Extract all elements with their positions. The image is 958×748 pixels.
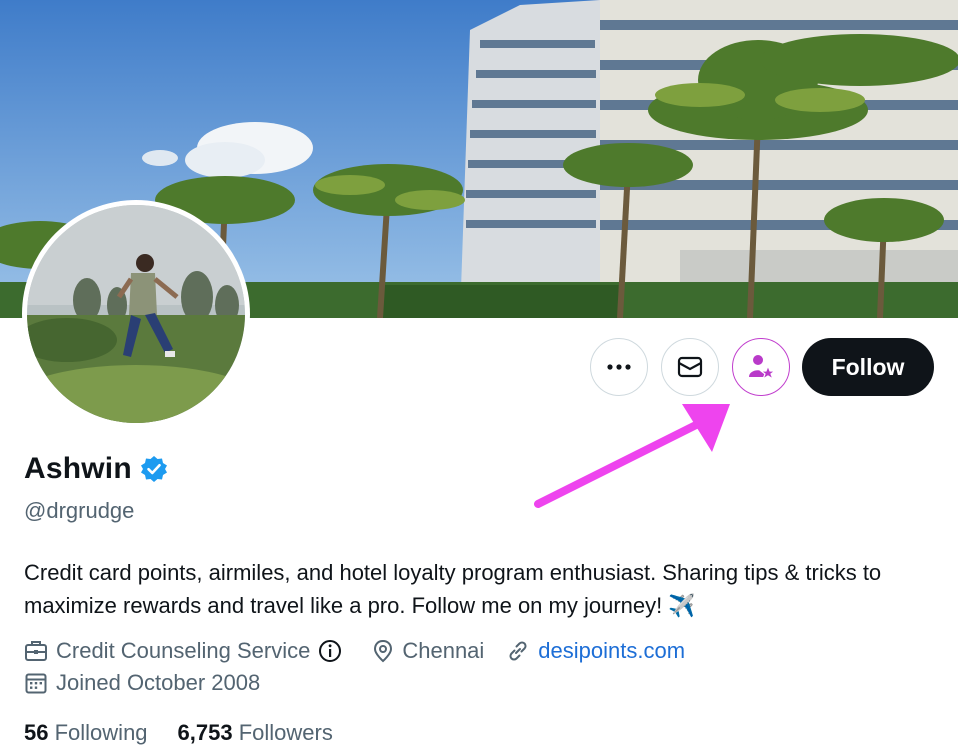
profile-meta-row: Credit Counseling Service Chennai desipo… (24, 638, 707, 664)
profile-name-row: Ashwin (24, 452, 168, 486)
subscribe-icon (749, 355, 776, 381)
highlight-arrow-icon (534, 404, 730, 508)
profile-bio: Credit card points, airmiles, and hotel … (24, 556, 934, 622)
location-item: Chennai (372, 638, 484, 664)
followers-count: 6,753 (177, 720, 233, 745)
display-name: Ashwin (24, 452, 132, 485)
work-item: Credit Counseling Service (24, 638, 350, 664)
info-icon[interactable] (318, 639, 350, 663)
following-label: Following (54, 720, 148, 745)
more-icon (607, 364, 631, 370)
followers-label: Followers (238, 720, 333, 745)
website-link[interactable]: desipoints.com (538, 638, 685, 664)
location-pin-icon (374, 639, 393, 663)
work-label: Credit Counseling Service (56, 638, 311, 663)
message-button[interactable] (661, 338, 719, 396)
more-button[interactable] (590, 338, 648, 396)
airplane-emoji: ✈️ (668, 593, 696, 618)
location-label: Chennai (402, 638, 485, 663)
website-item: desipoints.com (506, 638, 685, 664)
briefcase-icon (25, 641, 47, 661)
joined-label: Joined October 2008 (56, 670, 261, 695)
followers-stat[interactable]: 6,753 Followers (178, 720, 333, 746)
subscribe-button[interactable] (732, 338, 790, 396)
message-icon (677, 356, 703, 378)
following-stat[interactable]: 56 Following (24, 720, 148, 746)
following-count: 56 (24, 720, 49, 745)
avatar[interactable] (22, 200, 250, 428)
profile-stats: 56 Following 6,753 Followers (24, 720, 363, 746)
verified-badge-icon[interactable] (140, 455, 168, 483)
joined-item: Joined October 2008 (24, 670, 260, 696)
calendar-icon (25, 673, 47, 694)
profile-handle: @drgrudge (24, 498, 135, 523)
follow-button[interactable]: Follow (802, 338, 934, 396)
link-icon (509, 641, 527, 661)
profile-joined-row: Joined October 2008 (24, 670, 282, 696)
avatar-image (27, 205, 245, 423)
bio-text: Credit card points, airmiles, and hotel … (24, 560, 882, 618)
